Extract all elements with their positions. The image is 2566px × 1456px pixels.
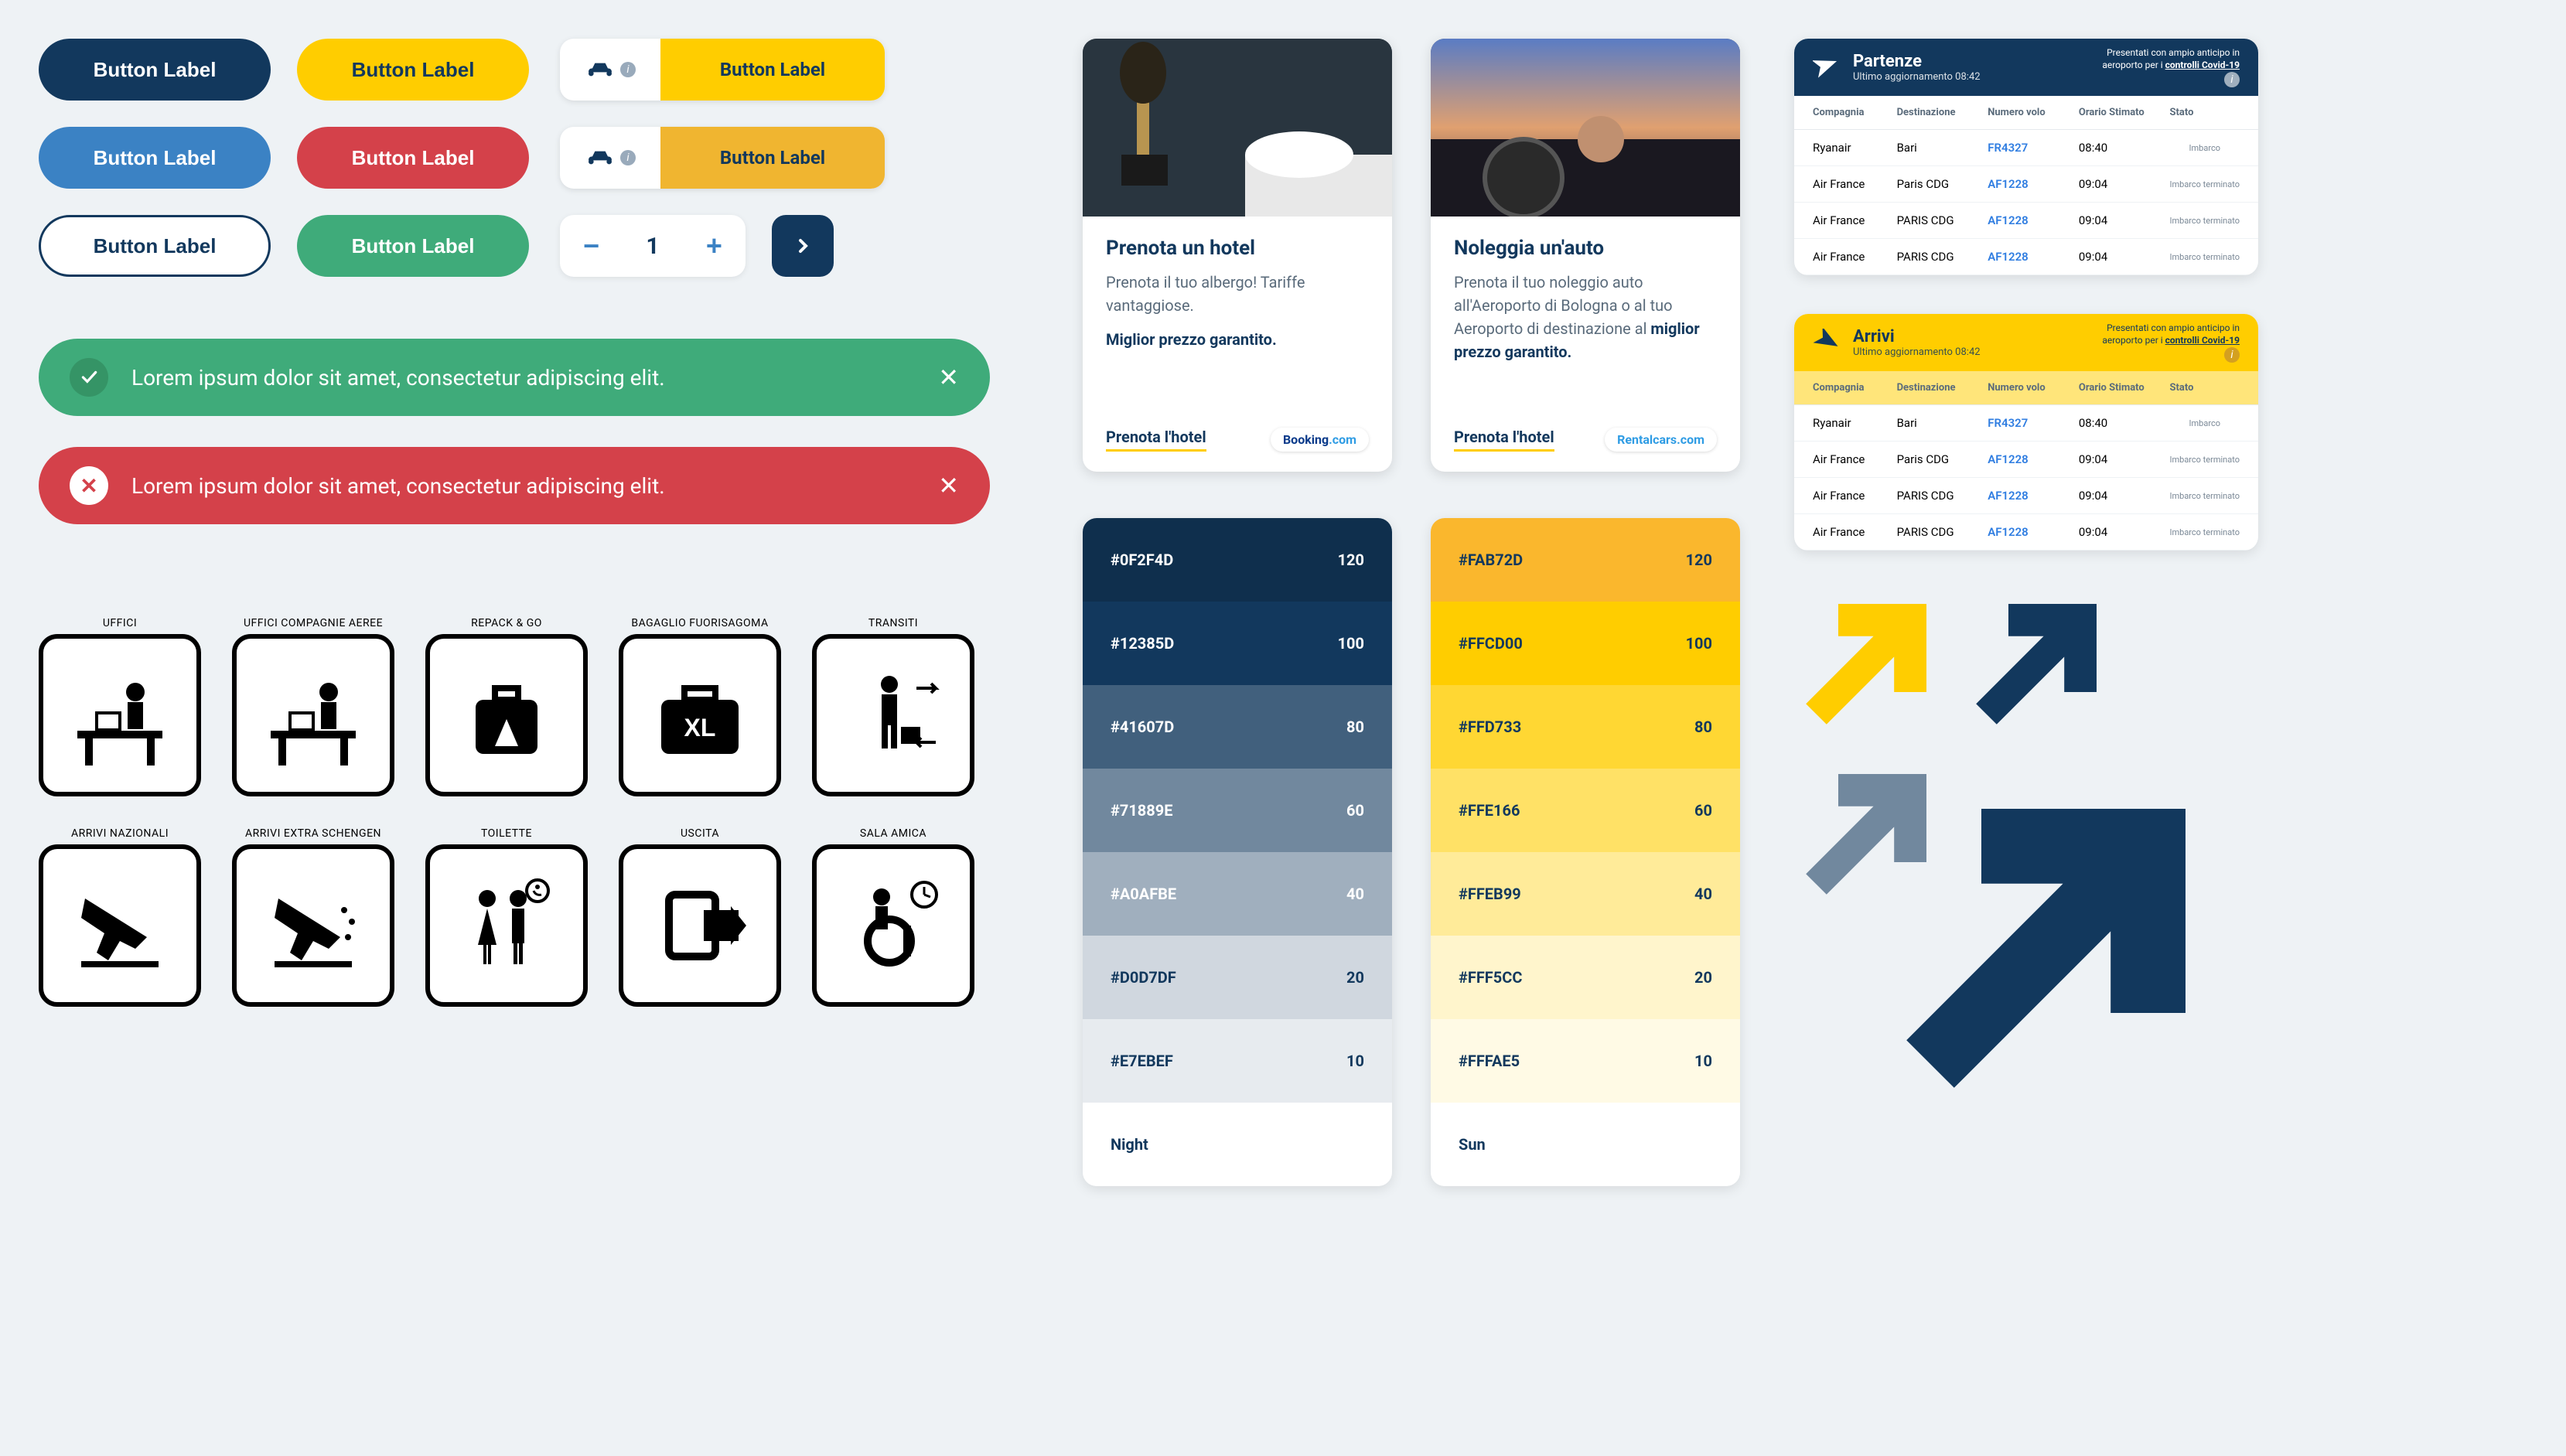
swatch: #FFD73380 — [1431, 685, 1740, 769]
button-navy[interactable]: Button Label — [39, 39, 271, 101]
pictogram-exit: USCITA — [619, 827, 781, 1007]
pictogram-wc: TOILETTE — [425, 827, 588, 1007]
swatch: #12385D100 — [1083, 602, 1392, 685]
alert-error-message: Lorem ipsum dolor sit amet, consectetur … — [131, 473, 915, 499]
svg-text:XL: XL — [684, 714, 716, 742]
palette-label: Sun — [1431, 1103, 1740, 1186]
board-arr-title: Arrivi — [1853, 327, 1895, 346]
pictogram-arr1: ARRIVI NAZIONALI — [39, 827, 201, 1007]
combo-button-yellow-2[interactable]: i Button Label — [560, 127, 885, 189]
card-hotel: Prenota un hotel Prenota il tuo albergo!… — [1083, 39, 1392, 472]
combo-button-label: Button Label — [660, 39, 885, 101]
partner-booking: Booking.com — [1271, 428, 1369, 452]
close-icon[interactable]: ✕ — [938, 471, 959, 500]
swatch: #E7EBEF10 — [1083, 1019, 1392, 1103]
pictogram-arr2: ARRIVI EXTRA SCHENGEN — [232, 827, 394, 1007]
arrow-yellow-small — [1794, 589, 1941, 736]
stepper-minus[interactable]: − — [583, 230, 599, 262]
card-car: Noleggia un'auto Prenota il tuo noleggio… — [1431, 39, 1740, 472]
departures-icon — [1813, 53, 1841, 81]
board-dep-notice: Presentati con ampio anticipo in aeropor… — [2085, 47, 2240, 87]
info-icon: i — [620, 150, 636, 165]
info-icon: i — [620, 62, 636, 77]
card-hotel-title: Prenota un hotel — [1106, 237, 1369, 260]
swatch: #D0D7DF20 — [1083, 936, 1392, 1019]
swatch: #FFEB9940 — [1431, 852, 1740, 936]
car-icon — [585, 57, 616, 82]
alert-error: ✕ Lorem ipsum dolor sit amet, consectetu… — [39, 447, 990, 524]
board-arr-notice: Presentati con ampio anticipo in aeropor… — [2085, 322, 2240, 362]
card-car-title: Noleggia un'auto — [1454, 237, 1717, 260]
pictogram-xl: BAGAGLIO FUORISAGOMAXL — [619, 617, 781, 796]
pictogram-desk2: UFFICI COMPAGNIE AEREE — [232, 617, 394, 796]
swatch: #FFE16660 — [1431, 769, 1740, 852]
swatch: #FFF5CC20 — [1431, 936, 1740, 1019]
board-departures: Partenze Ultimo aggiornamento 08:42 Pres… — [1794, 39, 2258, 275]
pictogram-desk: UFFICI — [39, 617, 201, 796]
arrivals-icon — [1813, 329, 1841, 356]
board-arrivals: Arrivi Ultimo aggiornamento 08:42 Presen… — [1794, 314, 2258, 551]
car-icon — [585, 145, 616, 170]
flight-row[interactable]: RyanairBariFR432708:40Imbarco — [1794, 405, 2258, 442]
button-red[interactable]: Button Label — [297, 127, 529, 189]
button-yellow[interactable]: Button Label — [297, 39, 529, 101]
partner-rentalcars: Rentalcars.com — [1605, 428, 1717, 452]
chevron-next-button[interactable] — [772, 215, 834, 277]
button-blue[interactable]: Button Label — [39, 127, 271, 189]
swatch: #FAB72D120 — [1431, 518, 1740, 602]
pictogram-transit: TRANSITI — [812, 617, 974, 796]
arrow-logos — [1794, 581, 2274, 1123]
flight-row[interactable]: Air FrancePARIS CDGAF122809:04Imbarco te… — [1794, 203, 2258, 239]
chevron-right-icon — [793, 237, 812, 255]
flight-row[interactable]: Air FrancePARIS CDGAF122809:04Imbarco te… — [1794, 239, 2258, 275]
palette-sun: #FAB72D120#FFCD00100#FFD73380#FFE16660#F… — [1431, 518, 1740, 1186]
flight-row[interactable]: RyanairBariFR432708:40Imbarco — [1794, 130, 2258, 166]
combo-button-label: Button Label — [660, 127, 885, 189]
close-icon[interactable]: ✕ — [938, 363, 959, 392]
combo-button-yellow-1[interactable]: i Button Label — [560, 39, 885, 101]
flight-row[interactable]: Air FrancePARIS CDGAF122809:04Imbarco te… — [1794, 514, 2258, 551]
palette-night: #0F2F4D120#12385D100#41607D80#71889E60#A… — [1083, 518, 1392, 1186]
swatch: #41607D80 — [1083, 685, 1392, 769]
swatch: #71889E60 — [1083, 769, 1392, 852]
alert-success: Lorem ipsum dolor sit amet, consectetur … — [39, 339, 990, 416]
swatch: #A0AFBE40 — [1083, 852, 1392, 936]
board-dep-title: Partenze — [1853, 52, 1922, 71]
arrow-navy-small — [1964, 589, 2111, 736]
alert-success-message: Lorem ipsum dolor sit amet, consectetur … — [131, 365, 915, 390]
card-hotel-cta[interactable]: Prenota l'hotel — [1106, 428, 1206, 452]
arrow-navy-large — [1879, 775, 2220, 1115]
swatch: #FFFAE510 — [1431, 1019, 1740, 1103]
palette-label: Night — [1083, 1103, 1392, 1186]
card-hotel-desc: Prenota il tuo albergo! Tariffe vantaggi… — [1106, 271, 1369, 317]
flight-row[interactable]: Air FrancePARIS CDGAF122809:04Imbarco te… — [1794, 478, 2258, 514]
swatch: #FFCD00100 — [1431, 602, 1740, 685]
stepper-value: 1 — [646, 233, 659, 260]
x-icon: ✕ — [70, 466, 108, 505]
swatch: #0F2F4D120 — [1083, 518, 1392, 602]
flight-row[interactable]: Air FranceParis CDGAF122809:04Imbarco te… — [1794, 442, 2258, 478]
flight-row[interactable]: Air FranceParis CDGAF122809:04Imbarco te… — [1794, 166, 2258, 203]
card-car-desc: Prenota il tuo noleggio auto all'Aeropor… — [1454, 273, 1673, 338]
board-dep-sub: Ultimo aggiornamento 08:42 — [1853, 71, 1981, 83]
stepper-plus[interactable]: + — [706, 230, 722, 262]
check-icon — [70, 358, 108, 397]
button-outline[interactable]: Button Label — [39, 215, 271, 277]
card-car-cta[interactable]: Prenota l'hotel — [1454, 428, 1554, 452]
pictogram-wheel: SALA AMICA — [812, 827, 974, 1007]
button-green[interactable]: Button Label — [297, 215, 529, 277]
card-hotel-bold: Miglior prezzo garantito. — [1106, 328, 1369, 351]
pictogram-grid: UFFICIUFFICI COMPAGNIE AEREEREPACK & GOB… — [39, 617, 1036, 1007]
card-hotel-image — [1083, 39, 1392, 217]
pictogram-bag: REPACK & GO — [425, 617, 588, 796]
card-car-image — [1431, 39, 1740, 217]
board-arr-sub: Ultimo aggiornamento 08:42 — [1853, 346, 1981, 358]
stepper: − 1 + — [560, 215, 746, 277]
